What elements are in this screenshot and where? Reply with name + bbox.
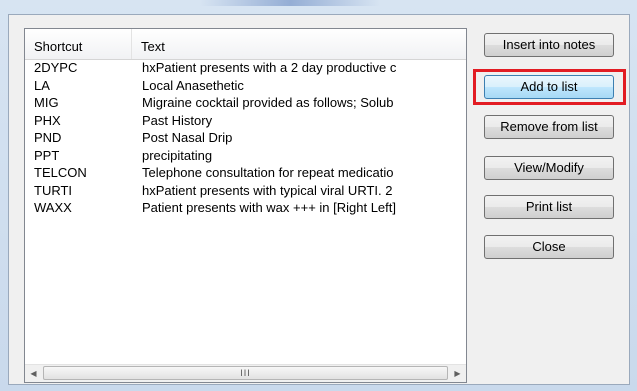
text-cell: hxPatient presents with a 2 day producti…: [142, 60, 397, 75]
list-item[interactable]: PHX Past History: [25, 112, 466, 130]
shortcut-cell: 2DYPC: [34, 60, 78, 75]
list-item[interactable]: TELCON Telephone consultation for repeat …: [25, 164, 466, 182]
horizontal-scrollbar[interactable]: ◀ III ▶: [25, 364, 466, 382]
list-item[interactable]: TURTI hxPatient presents with typical vir…: [25, 182, 466, 200]
list-header: Shortcut Text: [25, 29, 466, 60]
list-item[interactable]: WAXX Patient presents with wax +++ in [Ri…: [25, 199, 466, 217]
close-button[interactable]: Close: [484, 235, 614, 259]
print-list-button[interactable]: Print list: [484, 195, 614, 219]
shortcut-cell: MIG: [34, 95, 59, 110]
text-cell: Patient presents with wax +++ in [Right …: [142, 200, 397, 215]
view-modify-button[interactable]: View/Modify: [484, 156, 614, 180]
scroll-left-arrow-icon[interactable]: ◀: [25, 365, 42, 382]
shortcut-list[interactable]: Shortcut Text 2DYPC hxPatient presents wi…: [24, 28, 467, 383]
shortcut-cell: PHX: [34, 112, 61, 128]
shortcut-cell: WAXX: [34, 200, 72, 215]
text-cell: Telephone consultation for repeat medica…: [142, 165, 394, 180]
text-cell: Migraine cocktail provided as follows; S…: [142, 95, 394, 110]
insert-into-notes-button[interactable]: Insert into notes: [484, 33, 614, 57]
text-cell: precipitating: [142, 147, 213, 163]
text-cell: Past History: [142, 112, 213, 128]
column-header-shortcut[interactable]: Shortcut: [25, 29, 132, 59]
list-item[interactable]: PPT precipitating: [25, 147, 466, 165]
text-cell: Post Nasal Drip: [142, 130, 233, 145]
shortcut-cell: LA: [34, 77, 50, 93]
shortcut-cell: PPT: [34, 147, 60, 163]
title-bar-edge: [200, 0, 380, 6]
dialog-window: Shortcut Text 2DYPC hxPatient presents wi…: [0, 0, 637, 391]
list-rows: 2DYPC hxPatient presents with a 2 day pro…: [25, 59, 466, 217]
list-item[interactable]: 2DYPC hxPatient presents with a 2 day pro…: [25, 59, 466, 77]
shortcut-cell: PND: [34, 130, 62, 145]
highlight-box: [473, 69, 626, 105]
shortcut-cell: TELCON: [34, 165, 87, 180]
text-cell: Local Anasethetic: [142, 77, 244, 93]
text-cell: hxPatient presents with typical viral UR…: [142, 182, 393, 198]
list-item[interactable]: MIG Migraine cocktail provided as follows…: [25, 94, 466, 112]
scroll-thumb[interactable]: III: [43, 366, 448, 380]
column-header-text[interactable]: Text: [132, 29, 466, 59]
list-item[interactable]: LA Local Anasethetic: [25, 77, 466, 95]
shortcut-cell: TURTI: [34, 182, 73, 198]
scroll-thumb-grip: III: [240, 368, 251, 378]
list-item[interactable]: PND Post Nasal Drip: [25, 129, 466, 147]
remove-from-list-button[interactable]: Remove from list: [484, 115, 614, 139]
scroll-right-arrow-icon[interactable]: ▶: [449, 365, 466, 382]
